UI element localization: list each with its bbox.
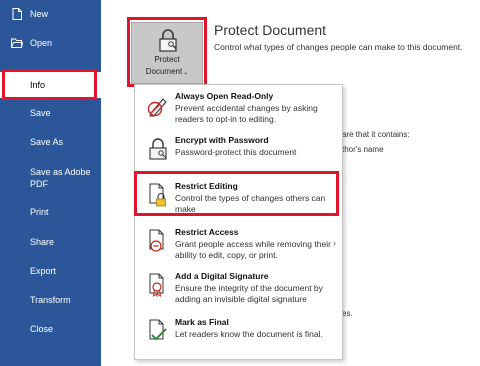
menu-item-restrict-editing[interactable]: Restrict Editing Control the types of ch…: [135, 181, 342, 215]
nav-new-label: New: [30, 9, 49, 19]
new-document-icon: [12, 8, 22, 20]
menu-item-description: Let readers know the document is final.: [175, 329, 323, 339]
menu-item-restrict-access[interactable]: Restrict Access Grant people access whil…: [135, 227, 342, 261]
nav-export[interactable]: Export: [0, 265, 101, 279]
lock-document-icon: [149, 183, 166, 207]
nav-new[interactable]: New: [0, 8, 101, 22]
nav-share-label: Share: [30, 237, 55, 247]
nav-save-as[interactable]: Save As: [0, 136, 101, 150]
protect-document-menu: Always Open Read-Only Prevent accidental…: [134, 84, 343, 360]
folder-icon: [11, 38, 23, 48]
menu-item-description: Password-protect this document: [175, 147, 297, 157]
nav-close-label: Close: [30, 324, 54, 334]
nav-share[interactable]: Share: [0, 236, 101, 250]
menu-item-description: Ensure the integrity of the document by …: [175, 283, 323, 304]
backstage-sidebar: New Open Info Save Save As Save as Adobe…: [0, 0, 101, 366]
nav-save-as-label: Save As: [30, 137, 64, 147]
author-text-fragment: thor's name: [342, 145, 384, 154]
protect-document-description: Control what types of changes people can…: [214, 42, 463, 52]
protect-button-label-line2: Document⌄: [132, 67, 202, 76]
nav-save-as-adobe-pdf-label: Save as Adobe PDF: [30, 167, 91, 189]
menu-item-title: Add a Digital Signature: [175, 271, 269, 281]
menu-item-add-digital-signature[interactable]: Add a Digital Signature Ensure the integ…: [135, 271, 342, 305]
chevron-right-icon: ›: [333, 238, 336, 248]
nav-save[interactable]: Save: [0, 107, 101, 121]
lock-key-icon: [149, 138, 167, 160]
nav-save-as-adobe-pdf[interactable]: Save as Adobe PDF: [0, 165, 101, 191]
nav-transform[interactable]: Transform: [0, 294, 101, 308]
menu-item-description: Prevent accidental changes by asking rea…: [175, 103, 318, 124]
versions-text-fragment: es.: [342, 309, 353, 318]
protect-document-title: Protect Document: [214, 22, 327, 38]
signature-ribbon-icon: [149, 273, 164, 297]
nav-print-label: Print: [30, 207, 49, 217]
menu-item-title: Always Open Read-Only: [175, 91, 274, 101]
lock-key-icon: [159, 29, 177, 52]
chevron-down-icon: ⌄: [183, 70, 189, 76]
menu-item-description: Grant people access while removing their…: [175, 239, 331, 260]
restricted-document-icon: [149, 229, 164, 252]
inspect-text-fragment: are that it contains:: [342, 130, 410, 139]
nav-export-label: Export: [30, 266, 57, 276]
menu-item-title: Restrict Access: [175, 227, 239, 237]
nav-info-label: Info: [30, 80, 46, 90]
pencil-no-edit-icon: [147, 98, 167, 117]
menu-item-description: Control the types of changes others can …: [175, 193, 326, 214]
protect-button-label-line1: Protect: [154, 55, 180, 64]
nav-print[interactable]: Print: [0, 206, 101, 220]
nav-open[interactable]: Open: [0, 36, 101, 50]
menu-item-always-open-read-only[interactable]: Always Open Read-Only Prevent accidental…: [135, 91, 342, 125]
nav-info[interactable]: Info: [0, 72, 101, 98]
menu-item-title: Mark as Final: [175, 317, 229, 327]
menu-item-mark-as-final[interactable]: Mark as Final Let readers know the docum…: [135, 317, 342, 351]
protect-document-button[interactable]: Protect Document⌄: [131, 22, 203, 84]
menu-item-title: Encrypt with Password: [175, 135, 269, 145]
menu-item-encrypt-with-password[interactable]: Encrypt with Password Password-protect t…: [135, 135, 342, 165]
menu-item-title: Restrict Editing: [175, 181, 238, 191]
nav-open-label: Open: [30, 38, 53, 48]
final-document-icon: [149, 319, 167, 342]
nav-transform-label: Transform: [30, 295, 71, 305]
protect-button-label-line2-text: Document: [145, 67, 183, 76]
nav-save-label: Save: [30, 108, 51, 118]
nav-close[interactable]: Close: [0, 323, 101, 337]
